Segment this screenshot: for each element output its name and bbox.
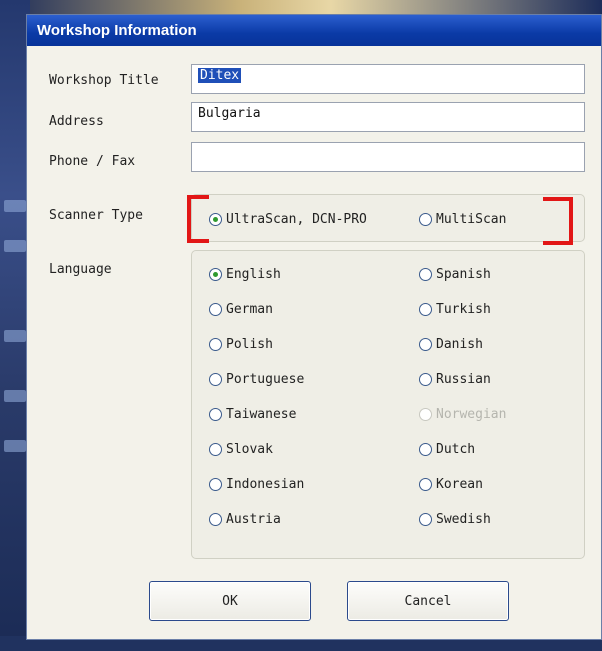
highlight-bracket-right [543, 197, 573, 245]
radio-icon [209, 303, 222, 316]
language-option-indonesian[interactable]: Indonesian [209, 477, 304, 492]
language-option-english[interactable]: English [209, 267, 281, 282]
language-option-korean[interactable]: Korean [419, 477, 483, 492]
language-option-label: Polish [226, 337, 273, 352]
workshop-title-value: Ditex [198, 68, 242, 83]
language-option-label: Portuguese [226, 372, 305, 387]
desktop-decoration [4, 330, 26, 342]
language-option-label: Dutch [436, 442, 476, 457]
radio-icon [419, 373, 432, 386]
workshop-information-dialog: Workshop Information Workshop Title Dite… [26, 14, 602, 640]
scanner-option-label: MultiScan [436, 212, 507, 227]
cancel-button-label: Cancel [404, 593, 452, 609]
radio-icon [419, 338, 432, 351]
desktop-decoration [4, 440, 26, 452]
language-option-portuguese[interactable]: Portuguese [209, 372, 304, 387]
language-option-russian[interactable]: Russian [419, 372, 491, 387]
radio-icon [419, 443, 432, 456]
cancel-button[interactable]: Cancel [347, 581, 509, 621]
dialog-titlebar[interactable]: Workshop Information [27, 15, 601, 46]
radio-selected-icon [209, 268, 222, 281]
desktop-decoration [4, 240, 26, 252]
language-option-swedish[interactable]: Swedish [419, 512, 491, 527]
desktop-background-top [0, 0, 602, 14]
radio-icon [419, 303, 432, 316]
phone-fax-input[interactable] [191, 142, 585, 172]
language-option-slovak[interactable]: Slovak [209, 442, 273, 457]
ok-button[interactable]: OK [149, 581, 311, 621]
radio-icon [209, 373, 222, 386]
workshop-title-label: Workshop Title [49, 73, 159, 88]
radio-icon [209, 478, 222, 491]
language-option-norwegian: Norwegian [419, 407, 506, 422]
language-option-label: Austria [226, 512, 281, 527]
radio-selected-icon [209, 213, 222, 226]
scanner-option-label: UltraScan, DCN-PRO [226, 212, 367, 227]
language-option-taiwanese[interactable]: Taiwanese [209, 407, 296, 422]
language-option-turkish[interactable]: Turkish [419, 302, 491, 317]
language-option-label: Russian [436, 372, 491, 387]
workshop-title-input[interactable]: Ditex [191, 64, 585, 94]
ok-button-label: OK [222, 593, 238, 609]
scanner-option-multiscan[interactable]: MultiScan [419, 212, 506, 227]
language-option-label: Danish [436, 337, 483, 352]
radio-icon [419, 513, 432, 526]
language-label: Language [49, 262, 112, 277]
language-option-dutch[interactable]: Dutch [419, 442, 475, 457]
radio-icon [419, 213, 432, 226]
dialog-title: Workshop Information [37, 22, 197, 39]
address-input[interactable]: Bulgaria [191, 102, 585, 132]
language-option-label: Swedish [436, 512, 491, 527]
language-option-label: Taiwanese [226, 407, 297, 422]
language-option-label: Korean [436, 477, 483, 492]
language-option-label: Turkish [436, 302, 491, 317]
address-label: Address [49, 114, 104, 129]
radio-icon [419, 408, 432, 421]
language-option-label: Slovak [226, 442, 273, 457]
radio-icon [209, 338, 222, 351]
language-option-label: English [226, 267, 281, 282]
phone-fax-label: Phone / Fax [49, 154, 136, 169]
desktop-decoration [4, 390, 26, 402]
language-option-austria[interactable]: Austria [209, 512, 281, 527]
language-option-danish[interactable]: Danish [419, 337, 483, 352]
scanner-type-label: Scanner Type [49, 208, 143, 223]
radio-icon [209, 443, 222, 456]
desktop-decoration [4, 200, 26, 212]
scanner-option-ultrascan[interactable]: UltraScan, DCN-PRO [209, 212, 367, 227]
language-option-spanish[interactable]: Spanish [419, 267, 491, 282]
language-option-label: Spanish [436, 267, 491, 282]
language-option-german[interactable]: German [209, 302, 273, 317]
language-option-label: German [226, 302, 273, 317]
language-option-label: Norwegian [436, 407, 507, 422]
language-option-polish[interactable]: Polish [209, 337, 273, 352]
radio-icon [209, 513, 222, 526]
address-value: Bulgaria [198, 106, 261, 121]
radio-icon [419, 268, 432, 281]
radio-icon [209, 408, 222, 421]
language-option-label: Indonesian [226, 477, 305, 492]
radio-icon [419, 478, 432, 491]
highlight-bracket-left [187, 195, 209, 243]
